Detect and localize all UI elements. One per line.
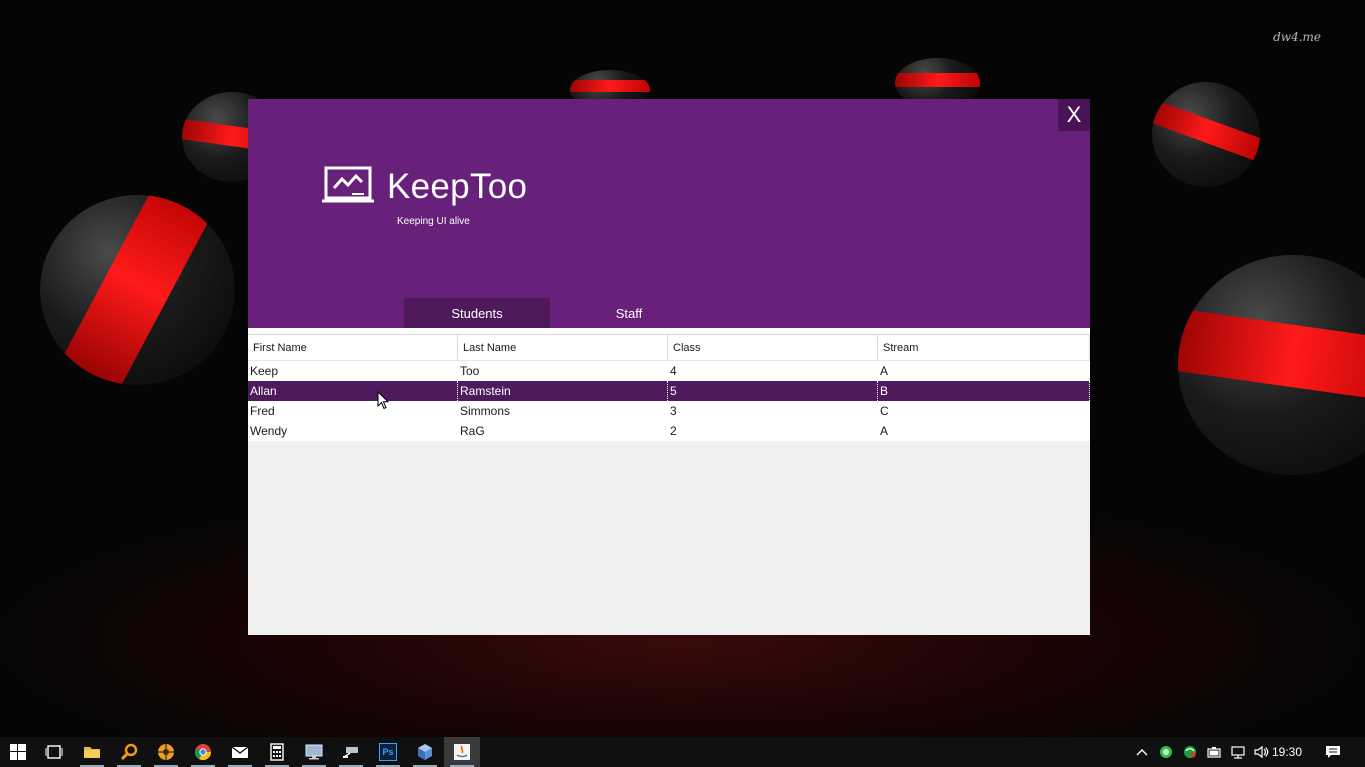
table-row-selected[interactable]: Allan Ramstein 5 B (248, 381, 1090, 401)
cell-class: 3 (670, 404, 677, 418)
remote-desktop-icon[interactable] (296, 737, 332, 767)
wallpaper-sphere (1178, 255, 1365, 475)
tab-students[interactable]: Students (404, 298, 550, 328)
table-row[interactable]: Fred Simmons 3 C (248, 401, 1090, 421)
tab-label: Staff (615, 306, 643, 321)
chart-board-logo-icon (322, 166, 374, 203)
app-tagline: Keeping UI alive (397, 216, 470, 227)
cell-first-name: Allan (248, 381, 458, 401)
students-table: First Name Last Name Class Stream Keep T… (248, 334, 1090, 441)
column-header-first-name[interactable]: First Name (248, 335, 458, 360)
volume-icon[interactable] (1251, 737, 1271, 767)
windows-taskbar: Ps 19:30 (0, 737, 1365, 767)
show-hidden-icons-chevron[interactable] (1132, 737, 1152, 767)
network-tool-icon[interactable] (333, 737, 369, 767)
cell-stream: A (880, 364, 889, 378)
status-green-icon[interactable] (1156, 737, 1176, 767)
photoshop-icon[interactable]: Ps (370, 737, 406, 767)
app-title: KeepToo (387, 167, 528, 206)
cell-last-name: Simmons (460, 404, 511, 418)
cell-class: 2 (670, 424, 677, 438)
start-icon[interactable] (0, 737, 36, 767)
cell-last-name: RaG (460, 424, 485, 438)
column-header-last-name[interactable]: Last Name (458, 335, 668, 360)
column-header-stream[interactable]: Stream (878, 335, 1090, 360)
cell-class: 4 (670, 364, 677, 378)
mouse-pointer-icon (377, 391, 389, 410)
cell-first-name: Wendy (250, 424, 288, 438)
network-icon[interactable] (1228, 737, 1248, 767)
status-green-globe-icon[interactable] (1180, 737, 1200, 767)
file-explorer-icon[interactable] (74, 737, 110, 767)
cell-last-name: Too (460, 364, 480, 378)
cell-first-name: Fred (250, 404, 275, 418)
mail-icon[interactable] (222, 737, 258, 767)
keeptoo-app-window: X KeepToo Keeping UI alive Students Staf… (248, 99, 1090, 635)
cell-last-name: Ramstein (458, 381, 668, 401)
photoshop-label: Ps (379, 743, 397, 761)
taskbar-clock[interactable]: 19:30 (1272, 737, 1302, 767)
tab-label: Students (451, 306, 503, 321)
java-app-icon[interactable] (444, 737, 480, 767)
close-button[interactable]: X (1058, 99, 1090, 131)
cell-stream: C (880, 404, 889, 418)
cell-first-name: Keep (250, 364, 279, 378)
wallpaper-sphere (1152, 82, 1260, 187)
wallpaper-watermark: dw4.me (1273, 30, 1321, 44)
table-header-row: First Name Last Name Class Stream (248, 334, 1090, 361)
tab-staff[interactable]: Staff (556, 298, 702, 328)
battery-icon[interactable] (1204, 737, 1224, 767)
app-orange-icon[interactable] (148, 737, 184, 767)
virtualbox-icon[interactable] (407, 737, 443, 767)
wallpaper-sphere (40, 195, 235, 385)
search-tool-icon[interactable] (111, 737, 147, 767)
app-header: X KeepToo Keeping UI alive Students Staf… (248, 99, 1090, 328)
task-view-icon[interactable] (36, 737, 72, 767)
cell-stream: B (878, 381, 1090, 401)
cell-class: 5 (668, 381, 878, 401)
table-row[interactable]: Wendy RaG 2 A (248, 421, 1090, 441)
table-row[interactable]: Keep Too 4 A (248, 361, 1090, 381)
calculator-icon[interactable] (259, 737, 295, 767)
action-center-icon[interactable] (1322, 737, 1344, 767)
column-header-class[interactable]: Class (668, 335, 878, 360)
cell-stream: A (880, 424, 889, 438)
chrome-icon[interactable] (185, 737, 221, 767)
